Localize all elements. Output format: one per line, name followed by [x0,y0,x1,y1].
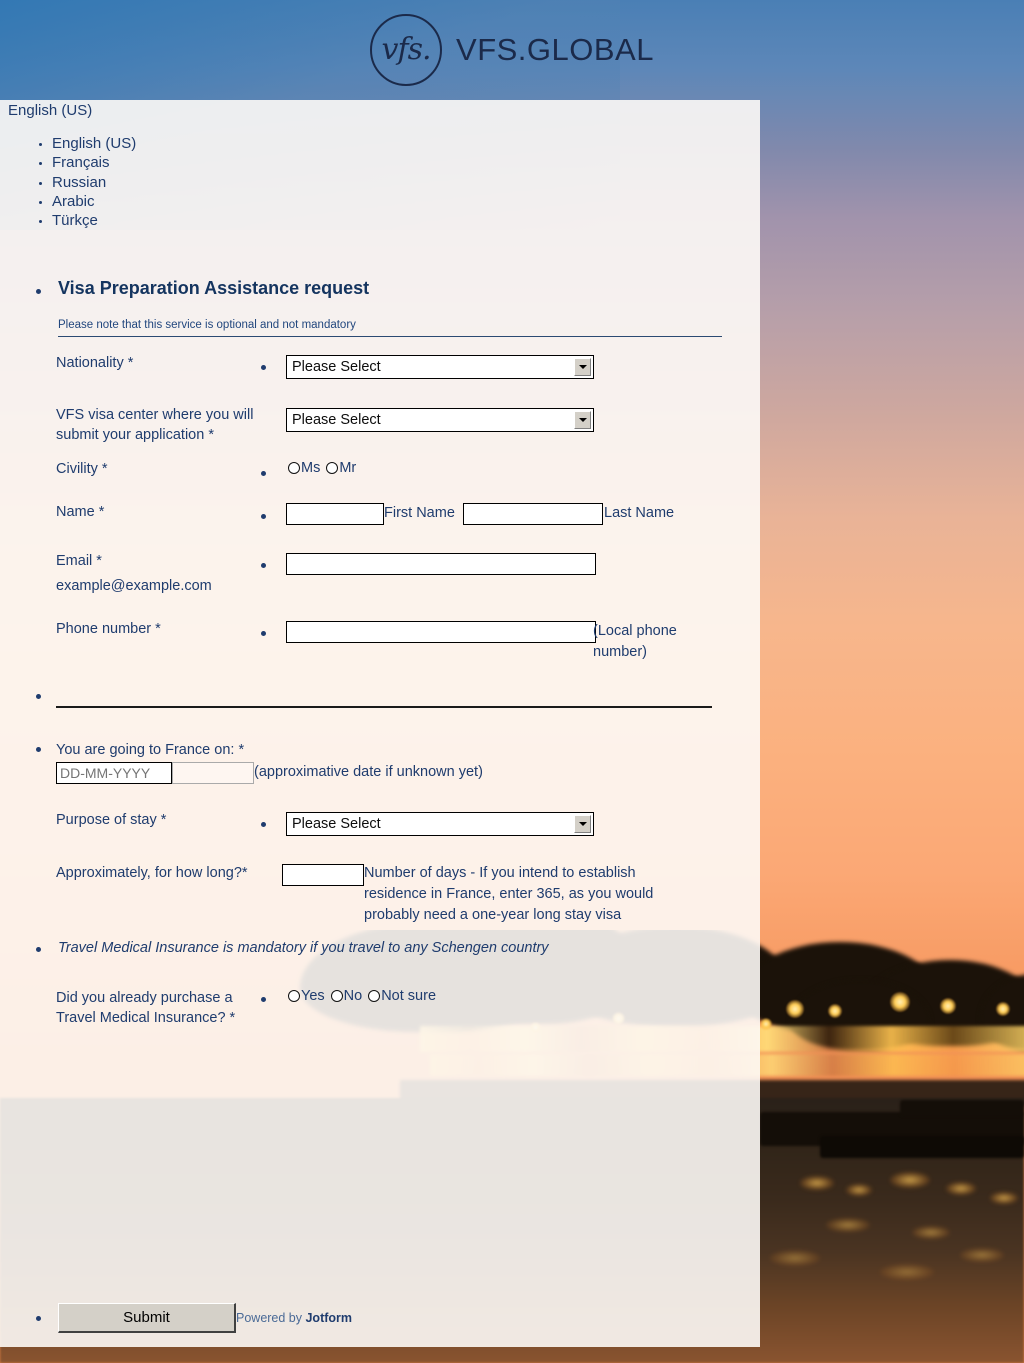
civility-radio-group[interactable]: Ms Mr [288,460,362,476]
radio-icon-ms[interactable] [288,462,300,474]
jotform-brand: Jotform [305,1311,353,1325]
insurance-mandatory-note: Travel Medical Insurance is mandatory if… [58,940,549,956]
vfs-logo-wordmark: VFS.GLOBAL [456,32,654,67]
civility-label-ms: Ms [301,460,321,476]
powered-by-jotform: Powered by Jotform [236,1311,352,1325]
purpose-selected-value: Please Select [292,816,381,832]
visa-center-select[interactable]: Please Select [286,408,594,432]
bullet-civility [261,471,266,476]
radio-icon-not-sure[interactable] [368,990,381,1002]
phone-label: Phone number * [56,621,161,637]
insurance-option-yes[interactable]: Yes [288,988,331,1004]
chevron-down-icon[interactable] [574,411,591,429]
chevron-down-icon[interactable] [574,358,591,376]
note-divider [58,336,722,337]
site-header: vfs. VFS.GLOBAL [0,0,1024,100]
chevron-down-icon[interactable] [574,815,591,833]
email-label: Email * [56,553,102,569]
vfs-global-logo[interactable]: vfs. VFS.GLOBAL [370,14,654,86]
vfs-logo-mark: vfs. [381,32,432,67]
email-input[interactable] [286,553,596,575]
name-label: Name * [56,504,105,520]
submit-button[interactable]: Submit [58,1303,236,1333]
language-current-label[interactable]: English (US) [8,100,92,121]
first-name-sublabel: First Name [384,505,455,521]
powered-by-prefix: Powered by [236,1311,306,1325]
language-option-list: English (US) Français Russian Arabic Tür… [30,134,136,230]
bullet-submit [36,1316,41,1321]
language-option-english[interactable]: English (US) [52,134,136,153]
duration-label: Approximately, for how long?* [56,863,248,883]
travel-date-hint: (approximative date if unknown yet) [254,764,483,780]
travel-date-secondary-box[interactable] [172,762,254,784]
bullet-phone [261,631,266,636]
travel-date-input[interactable] [56,762,172,784]
duration-input[interactable] [282,864,364,886]
phone-sublabel: (Local phone number) [593,623,677,660]
section-divider [56,706,712,708]
bullet-purpose [261,822,266,827]
bullet-nationality [261,365,266,370]
last-name-input[interactable] [463,503,603,525]
insurance-radio-group[interactable]: Yes No Not sure [288,988,442,1004]
civility-option-ms[interactable]: Ms [288,460,326,476]
last-name-sublabel: Last Name [604,505,675,521]
civility-option-mr[interactable]: Mr [326,460,362,476]
language-option-francais[interactable]: Français [52,153,136,172]
insurance-label: Did you already purchase a Travel Medica… [56,990,236,1026]
radio-icon-yes[interactable] [288,990,300,1002]
language-option-arabic[interactable]: Arabic [52,192,136,211]
bullet-title [36,289,41,294]
bullet-name [261,514,266,519]
nationality-select[interactable]: Please Select [286,355,594,379]
form-title: Visa Preparation Assistance request [58,278,370,298]
vfs-logo-circle-icon: vfs. [370,14,443,86]
civility-label: Civility * [56,461,108,477]
insurance-option-not-sure[interactable]: Not sure [368,988,442,1004]
purpose-select[interactable]: Please Select [286,812,594,836]
insurance-label-no: No [343,988,363,1004]
duration-label-text: Approximately, for how long? [56,865,242,881]
purpose-label: Purpose of stay * [56,812,167,828]
nationality-selected-value: Please Select [292,359,381,375]
first-name-input[interactable] [286,503,384,525]
language-option-turkce[interactable]: Türkçe [52,211,136,230]
bullet-divider [36,694,41,699]
insurance-label-yes: Yes [301,988,325,1004]
duration-hint: Number of days - If you intend to establ… [364,865,654,923]
bullet-travel-date [36,747,41,752]
travel-date-label: You are going to France on: * [56,742,245,758]
duration-required-mark: * [241,865,248,881]
radio-icon-mr[interactable] [326,462,339,474]
phone-input[interactable] [286,621,596,643]
bullet-email [261,563,266,568]
language-option-russian[interactable]: Russian [52,173,136,192]
insurance-label-not-sure: Not sure [381,988,437,1004]
form-panel: English (US) English (US) Français Russi… [0,100,760,1347]
form-optional-note: Please note that this service is optiona… [58,319,356,331]
visa-center-selected-value: Please Select [292,412,381,428]
radio-icon-no[interactable] [330,990,343,1002]
civility-label-mr: Mr [339,460,357,476]
insurance-option-no[interactable]: No [330,988,369,1004]
bullet-insurance [261,997,266,1002]
bullet-insurance-note [36,947,41,952]
email-sublabel: example@example.com [56,578,212,594]
nationality-label: Nationality * [56,355,134,371]
visa-center-label: VFS visa center where you will submit yo… [56,407,254,443]
